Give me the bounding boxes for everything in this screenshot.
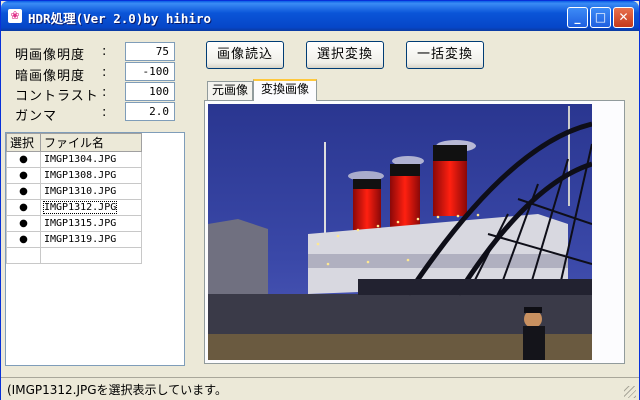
maximize-icon: □ <box>594 10 607 24</box>
window-title: HDR処理(Ver 2.0)by hihiro <box>28 11 212 26</box>
table-row-focused[interactable]: ● IMGP1312.JPG <box>6 199 142 216</box>
gamma-label: ガンマ <box>15 109 58 124</box>
title-bar[interactable]: ❀ HDR処理(Ver 2.0)by hihiro _ □ ✕ <box>1 1 639 31</box>
param-colon: : <box>102 85 107 100</box>
close-button[interactable]: ✕ <box>613 7 634 28</box>
param-colon: : <box>102 65 107 80</box>
focused-file-name: IMGP1312.JPG <box>42 201 118 214</box>
dark-image-input[interactable]: -100 <box>125 62 175 81</box>
status-message: (IMGP1312.JPGを選択表示しています。 <box>7 383 227 397</box>
file-grid: 選択 ファイル名 ● IMGP1304.JPG ● IMGP1308.JPG ●… <box>6 133 142 264</box>
selected-dot-icon[interactable]: ● <box>6 199 41 216</box>
harbor-night-photo <box>208 104 592 360</box>
table-row[interactable]: ● IMGP1319.JPG <box>6 231 142 248</box>
column-header-filename[interactable]: ファイル名 <box>40 133 142 152</box>
file-name-cell[interactable]: IMGP1308.JPG <box>40 167 142 184</box>
resize-grip-icon[interactable] <box>624 386 636 398</box>
bright-image-label: 明画像明度 <box>15 48 86 63</box>
app-window: ❀ HDR処理(Ver 2.0)by hihiro _ □ ✕ 明画像明度 : … <box>0 0 640 400</box>
table-row[interactable]: ● IMGP1310.JPG <box>6 183 142 200</box>
empty-cell[interactable] <box>40 247 142 264</box>
table-row-empty[interactable] <box>6 247 142 264</box>
param-colon: : <box>102 44 107 59</box>
app-flower-icon[interactable]: ❀ <box>8 9 22 23</box>
maximize-button[interactable]: □ <box>590 7 611 28</box>
selected-dot-icon[interactable]: ● <box>6 151 41 168</box>
minimize-button[interactable]: _ <box>567 7 588 28</box>
file-name-cell[interactable]: IMGP1315.JPG <box>40 215 142 232</box>
dark-image-label: 暗画像明度 <box>15 69 86 84</box>
tab-converted-image[interactable]: 変換画像 <box>253 79 317 101</box>
status-bar: (IMGP1312.JPGを選択表示しています。 <box>1 377 639 400</box>
grid-header-row: 選択 ファイル名 <box>6 133 142 152</box>
table-row[interactable]: ● IMGP1308.JPG <box>6 167 142 184</box>
close-icon: ✕ <box>618 10 629 24</box>
file-name-cell[interactable]: IMGP1310.JPG <box>40 183 142 200</box>
minimize-icon: _ <box>574 10 581 24</box>
gamma-input[interactable]: 2.0 <box>125 102 175 121</box>
empty-cell[interactable] <box>6 247 41 264</box>
selected-dot-icon[interactable]: ● <box>6 183 41 200</box>
file-name-cell[interactable]: IMGP1312.JPG <box>40 199 142 216</box>
table-row[interactable]: ● IMGP1304.JPG <box>6 151 142 168</box>
param-colon: : <box>102 105 107 120</box>
contrast-input[interactable]: 100 <box>125 82 175 101</box>
tab-original-image[interactable]: 元画像 <box>207 81 253 100</box>
file-name-cell[interactable]: IMGP1319.JPG <box>40 231 142 248</box>
convert-selected-button[interactable]: 選択変換 <box>306 41 384 69</box>
convert-all-button[interactable]: 一括変換 <box>406 41 484 69</box>
load-images-button[interactable]: 画像読込 <box>206 41 284 69</box>
converted-photo <box>208 104 592 360</box>
table-row[interactable]: ● IMGP1315.JPG <box>6 215 142 232</box>
bright-image-input[interactable]: 75 <box>125 42 175 61</box>
column-header-select[interactable]: 選択 <box>6 133 41 152</box>
selected-dot-icon[interactable]: ● <box>6 231 41 248</box>
contrast-label: コントラスト <box>15 89 99 104</box>
selected-dot-icon[interactable]: ● <box>6 215 41 232</box>
selected-dot-icon[interactable]: ● <box>6 167 41 184</box>
file-list[interactable]: 選択 ファイル名 ● IMGP1304.JPG ● IMGP1308.JPG ●… <box>5 132 185 366</box>
file-name-cell[interactable]: IMGP1304.JPG <box>40 151 142 168</box>
